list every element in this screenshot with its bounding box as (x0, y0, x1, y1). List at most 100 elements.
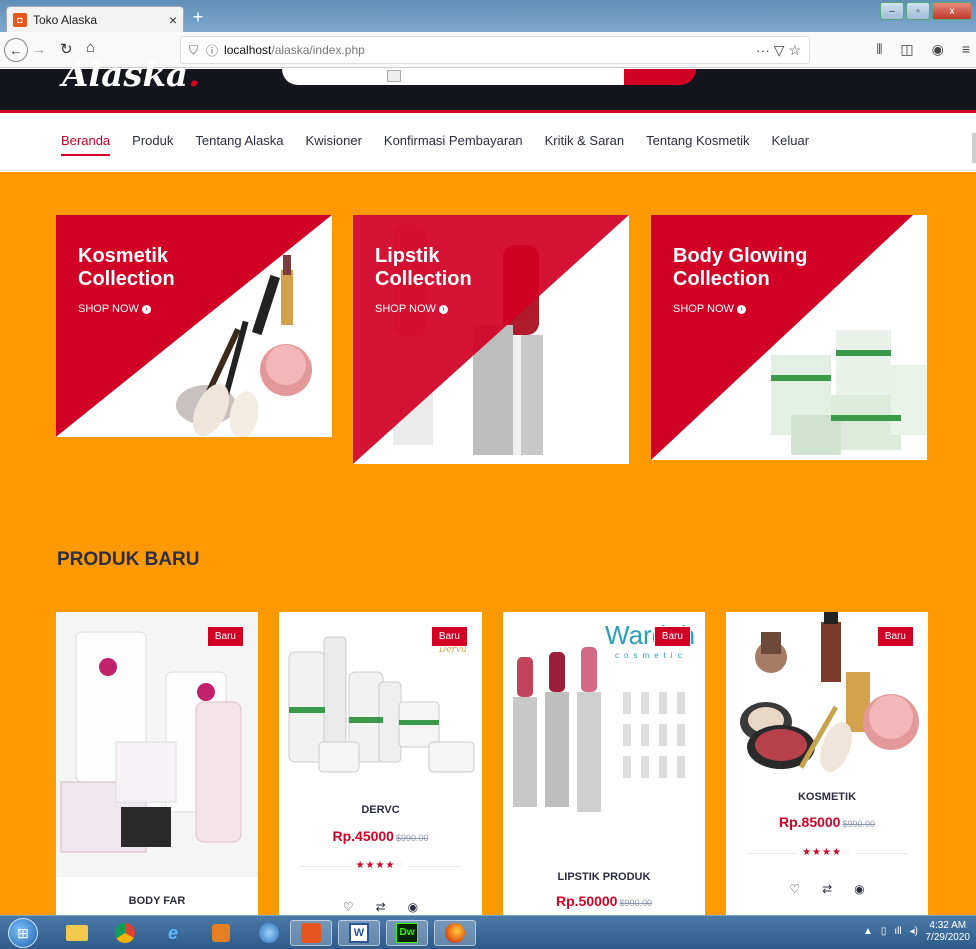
site-logo[interactable]: Alaska. (62, 55, 200, 95)
nav-item-kritik-saran[interactable]: Kritik & Saran (545, 133, 624, 156)
collection-text: Body Glowing Collection SHOP NOW › (673, 245, 807, 315)
show-hidden-icons-icon[interactable]: ▲ (863, 926, 873, 937)
section-title: PRODUK BARU (57, 549, 200, 570)
page-scrollbar[interactable] (972, 133, 976, 163)
product-card[interactable]: Baru BODY FAR (56, 612, 258, 915)
search-caret-icon (387, 70, 401, 82)
url-path: /alaska/index.php (271, 43, 365, 57)
volume-icon[interactable]: ◂) (910, 926, 918, 937)
nav-item-konfirmasi-pembayaran[interactable]: Konfirmasi Pembayaran (384, 133, 523, 156)
compare-arrows-icon[interactable]: ⇄ (376, 900, 386, 914)
collection-body-glowing[interactable]: Body Glowing Collection SHOP NOW › (651, 215, 927, 460)
forward-arrow-icon[interactable]: → (32, 41, 46, 57)
product-rating: ★★★★☆ (279, 860, 482, 871)
quick-view-eye-icon[interactable]: ◉ (408, 900, 418, 914)
word-icon[interactable]: W (338, 920, 380, 946)
signal-icon[interactable]: ıll (894, 926, 901, 937)
tab-close-icon[interactable]: × (169, 12, 177, 28)
product-price: Rp.85000 $990.00 (778, 814, 876, 830)
collection-kosmetik[interactable]: Kosmetik Collection SHOP NOW › (56, 215, 332, 437)
home-icon[interactable]: ⌂ (86, 39, 95, 56)
new-badge: Baru (206, 626, 244, 647)
firefox-icon[interactable] (434, 920, 476, 946)
collection-title-line2: Collection (673, 268, 770, 290)
product-card[interactable]: Dervu Baru DERVC Rp.45000 $990.00 ★★★★☆ ♡… (279, 612, 482, 915)
start-button[interactable]: ⊞ (8, 918, 38, 948)
product-price: Rp.45000 $990.00 (332, 828, 429, 844)
tab-title: Toko Alaska (33, 12, 98, 27)
product-actions: ♡ ⇄ ◉ (726, 882, 928, 896)
shop-now-link[interactable]: SHOP NOW › (375, 303, 472, 315)
page-actions[interactable]: ··· ▽ ☆ (756, 42, 801, 59)
product-name[interactable]: KOSMETIK (726, 791, 928, 803)
maximize-button[interactable]: ▫ (906, 2, 930, 20)
nav-item-beranda[interactable]: Beranda (61, 133, 111, 156)
back-arrow-icon[interactable]: ← (4, 38, 28, 62)
xampp-icon[interactable] (290, 920, 332, 946)
search-input[interactable] (282, 69, 624, 85)
dreamweaver-icon[interactable]: Dw (386, 920, 428, 946)
system-tray-icons: ▲ ▯ ıll ◂) (863, 926, 918, 937)
product-name[interactable]: LIPSTIK PRODUK (503, 871, 705, 883)
sidebar-icon[interactable]: ◫ (900, 41, 913, 58)
url-host: localhost (224, 43, 272, 57)
nav-item-tentang-alaska[interactable]: Tentang Alaska (195, 133, 283, 156)
quick-view-eye-icon[interactable]: ◉ (854, 882, 864, 896)
app-globe-icon[interactable] (248, 920, 290, 946)
nav-item-kwisioner[interactable]: Kwisioner (306, 133, 362, 156)
browser-tab-bar: ◘ Toko Alaska × + – ▫ x (0, 0, 976, 32)
compare-arrows-icon[interactable]: ⇄ (822, 882, 832, 896)
star-icons: ★★★★☆ (798, 847, 856, 858)
browser-tab[interactable]: ◘ Toko Alaska × (6, 6, 184, 32)
collection-title-line2: Collection (375, 268, 472, 290)
arrow-circle-right-icon: › (438, 304, 448, 314)
collection-title-line2: Collection (78, 268, 175, 290)
clock[interactable]: 4:32 AM 7/29/2020 (926, 920, 971, 944)
product-card[interactable]: Baru KOSMETIK Rp.85000 $990.00 ★★★★☆ ♡ ⇄ … (726, 612, 928, 915)
arrow-circle-right-icon: › (736, 304, 746, 314)
product-name[interactable]: BODY FAR (56, 895, 258, 907)
network-icon[interactable]: ▯ (881, 926, 887, 937)
search-form (282, 69, 696, 85)
old-price: $990.00 (395, 833, 429, 843)
library-icon[interactable]: ⫴ (876, 41, 882, 58)
product-name[interactable]: DERVC (279, 804, 482, 816)
nav-item-produk[interactable]: Produk (132, 133, 173, 156)
wishlist-heart-icon[interactable]: ♡ (789, 882, 800, 896)
main-content: Kosmetik Collection SHOP NOW › Lipstik Coll… (0, 172, 976, 915)
xampp-favicon-icon: ◘ (13, 12, 27, 27)
wardah-sub-text: cosmetic (615, 651, 687, 660)
wishlist-heart-icon[interactable]: ♡ (343, 900, 354, 914)
address-bar[interactable]: ⛉ ⓘ localhost/alaska/index.php ··· ▽ ☆ (180, 36, 810, 64)
shop-now-link[interactable]: SHOP NOW › (673, 303, 807, 315)
clock-time: 4:32 AM (929, 920, 967, 931)
media-player-icon[interactable] (200, 920, 242, 946)
collection-title: Kosmetik (78, 245, 169, 267)
old-price: $990.00 (619, 898, 653, 908)
info-icon[interactable]: ⓘ (206, 42, 218, 59)
collection-lipstik[interactable]: Lipstik Collection SHOP NOW › (353, 215, 629, 464)
explorer-icon[interactable] (56, 920, 98, 946)
new-badge: Baru (430, 626, 468, 647)
window-controls: – ▫ x (880, 2, 972, 20)
product-rating: ★★★★☆ (726, 847, 928, 858)
clock-date: 7/29/2020 (925, 932, 971, 943)
minimize-button[interactable]: – (880, 2, 904, 20)
chrome-icon[interactable] (104, 920, 146, 946)
search-button[interactable] (624, 69, 696, 85)
account-icon[interactable]: ◉ (932, 41, 944, 58)
star-icons: ★★★★☆ (351, 860, 410, 871)
internet-explorer-icon[interactable]: e (152, 920, 194, 946)
menu-icon[interactable]: ≡ (962, 41, 970, 58)
collection-text: Kosmetik Collection SHOP NOW › (78, 245, 175, 315)
nav-item-keluar[interactable]: Keluar (771, 133, 809, 156)
product-card[interactable]: Wardah cosmetic Baru LIPSTIK PRODUK Rp.5… (503, 612, 705, 915)
collection-text: Lipstik Collection SHOP NOW › (375, 245, 472, 315)
main-navigation: Beranda Produk Tentang Alaska Kwisioner … (0, 113, 976, 171)
shop-now-link[interactable]: SHOP NOW › (78, 303, 175, 315)
collection-title: Body Glowing (673, 245, 808, 267)
new-tab-button[interactable]: + (188, 8, 208, 28)
nav-item-tentang-kosmetik[interactable]: Tentang Kosmetik (646, 133, 749, 156)
arrow-circle-right-icon: › (141, 304, 151, 314)
close-window-button[interactable]: x (932, 2, 972, 20)
